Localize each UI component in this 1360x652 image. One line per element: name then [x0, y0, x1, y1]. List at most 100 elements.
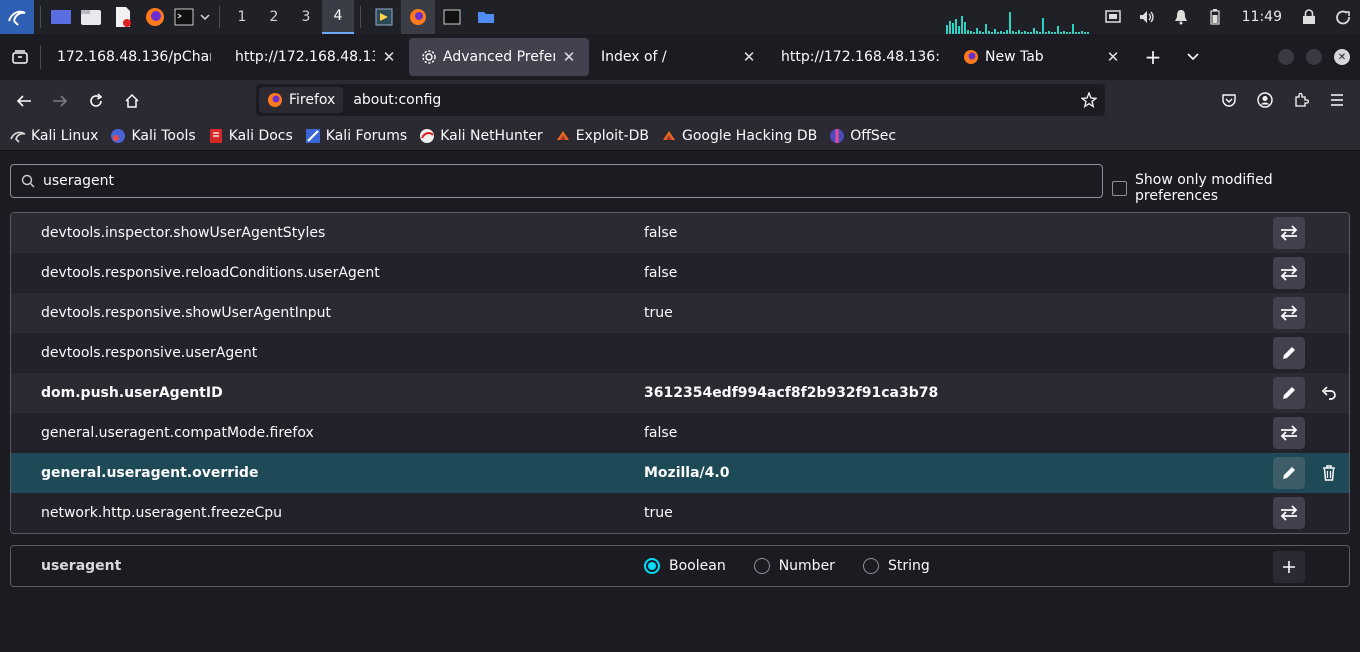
toggle-button[interactable] — [1273, 257, 1305, 289]
tab-new-tab[interactable]: New Tab ✕ — [951, 38, 1133, 76]
workspace-4[interactable]: 4 — [322, 0, 354, 34]
bookmark-offsec[interactable]: OffSec — [829, 128, 896, 144]
tab-http-1[interactable]: http://172.168.48.136/p ✕ — [223, 38, 409, 76]
new-tab-plus-icon[interactable]: + — [1133, 41, 1173, 73]
toggle-button[interactable] — [1273, 417, 1305, 449]
identity-box[interactable]: Firefox — [259, 87, 344, 113]
toggle-arrows-icon — [1280, 225, 1298, 241]
search-input[interactable] — [43, 173, 943, 189]
show-only-modified-label: Show only modified preferences — [1135, 172, 1273, 204]
minimize-window-icon[interactable] — [1278, 49, 1294, 65]
close-window-icon[interactable]: ✕ — [1334, 49, 1350, 65]
bookmark-kali-tools[interactable]: Kali Tools — [110, 128, 196, 144]
bookmark-label: Google Hacking DB — [681, 127, 818, 144]
close-icon[interactable]: ✕ — [741, 48, 757, 66]
tab-separator — [40, 45, 41, 69]
terminal-launcher-icon[interactable] — [171, 0, 197, 34]
delete-button[interactable] — [1313, 457, 1345, 489]
bookmark-label: Kali Docs — [228, 127, 293, 144]
toggle-button[interactable] — [1273, 497, 1305, 529]
forward-arrow-icon[interactable] — [42, 85, 78, 117]
tab-index-of[interactable]: Index of / ✕ — [589, 38, 769, 76]
pref-name: devtools.responsive.reloadConditions.use… — [41, 265, 380, 281]
bookmark-kali-docs[interactable]: Kali Docs — [208, 128, 293, 144]
tab-http-2[interactable]: http://172.168.48.136:8 — [769, 38, 951, 76]
toggle-button[interactable] — [1273, 297, 1305, 329]
bookmark-kali-linux[interactable]: Kali Linux — [10, 128, 98, 144]
back-arrow-icon[interactable] — [6, 85, 42, 117]
add-button[interactable] — [1273, 551, 1305, 583]
bookmark-exploit-db[interactable]: Exploit-DB — [555, 128, 649, 144]
pencil-icon — [1283, 387, 1295, 399]
navigation-toolbar: Firefox about:config — [0, 80, 1360, 121]
edit-button[interactable] — [1273, 457, 1305, 489]
window-button-terminal-icon[interactable] — [435, 0, 469, 34]
list-all-tabs-chevron-icon[interactable] — [1173, 41, 1213, 73]
reload-icon[interactable] — [78, 85, 114, 117]
lock-screen-icon[interactable] — [1292, 0, 1326, 34]
logout-icon[interactable] — [1326, 0, 1360, 34]
account-icon[interactable] — [1247, 84, 1283, 116]
workspace-1[interactable]: 1 — [226, 0, 258, 34]
close-icon[interactable]: ✕ — [561, 48, 577, 66]
battery-icon[interactable] — [1198, 0, 1232, 34]
add-preference-row: useragent Boolean Number String — [10, 545, 1350, 587]
toggle-button[interactable] — [1273, 217, 1305, 249]
identity-label: Firefox — [289, 92, 336, 108]
radio-string-indicator[interactable] — [862, 558, 879, 574]
maximize-window-icon[interactable] — [1306, 49, 1322, 65]
tab-advanced-preferences[interactable]: Advanced Preferences ✕ — [409, 38, 589, 76]
show-desktop-icon[interactable] — [47, 0, 75, 34]
pref-name: general.useragent.override — [41, 465, 259, 481]
url-text[interactable]: about:config — [353, 92, 441, 108]
pocket-icon[interactable] — [1211, 84, 1247, 116]
display-icon[interactable] — [1096, 0, 1130, 34]
hamburger-menu-icon[interactable] — [1319, 84, 1355, 116]
chevron-down-icon[interactable] — [197, 0, 213, 34]
radio-number-indicator[interactable] — [753, 558, 770, 574]
close-icon[interactable]: ✕ — [1105, 48, 1121, 66]
radio-label: String — [887, 558, 930, 574]
bookmark-star-icon[interactable] — [1073, 84, 1105, 116]
clock[interactable]: 11:49 — [1232, 9, 1292, 25]
bookmark-kali-forums[interactable]: Kali Forums — [305, 128, 407, 144]
pref-row: devtools.responsive.showUserAgentInput t… — [11, 293, 1349, 333]
extensions-icon[interactable] — [1283, 84, 1319, 116]
volume-icon[interactable] — [1130, 0, 1164, 34]
radio-boolean-indicator[interactable] — [644, 558, 660, 574]
home-icon[interactable] — [114, 85, 150, 117]
file-manager-icon[interactable] — [75, 0, 107, 34]
tab-label: http://172.168.48.136/p — [235, 49, 375, 65]
bookmark-kali-nethunter[interactable]: Kali NetHunter — [419, 128, 543, 144]
firefox-launcher-icon[interactable] — [139, 0, 171, 34]
bookmark-label: OffSec — [850, 127, 897, 144]
reset-button[interactable] — [1313, 377, 1345, 409]
bookmark-google-hacking-db[interactable]: Google Hacking DB — [661, 128, 817, 144]
radio-string[interactable]: String — [862, 558, 930, 574]
text-editor-icon[interactable] — [107, 0, 139, 34]
tab-pchart[interactable]: 172.168.48.136/pChart — [45, 38, 223, 76]
workspace-3[interactable]: 3 — [290, 0, 322, 34]
radio-boolean[interactable]: Boolean — [644, 558, 726, 574]
workspace-2[interactable]: 2 — [258, 0, 290, 34]
pref-value: true — [644, 505, 673, 521]
show-only-modified-checkbox[interactable] — [1112, 180, 1127, 196]
kali-menu-icon[interactable] — [0, 0, 34, 34]
close-icon[interactable]: ✕ — [381, 48, 397, 66]
radio-number[interactable]: Number — [753, 558, 835, 574]
pencil-icon — [1283, 347, 1295, 359]
window-button-firefox-icon[interactable] — [401, 0, 435, 34]
edit-button[interactable] — [1273, 337, 1305, 369]
edit-button[interactable] — [1273, 377, 1305, 409]
pref-value: 3612354edf994acf8f2b932f91ca3b78 — [644, 385, 939, 401]
network-activity-graph — [946, 8, 1098, 34]
kali-dragon-icon — [10, 128, 26, 144]
nethunter-icon — [419, 128, 435, 144]
window-button-folder-icon[interactable] — [469, 0, 503, 34]
url-bar[interactable]: Firefox about:config — [256, 84, 1105, 116]
window-button-app-icon[interactable] — [367, 0, 401, 34]
search-box[interactable] — [10, 164, 1103, 198]
show-only-modified-toggle[interactable]: Show only modified preferences — [1112, 172, 1360, 204]
firefox-view-icon[interactable] — [0, 41, 40, 73]
notification-bell-icon[interactable] — [1164, 0, 1198, 34]
